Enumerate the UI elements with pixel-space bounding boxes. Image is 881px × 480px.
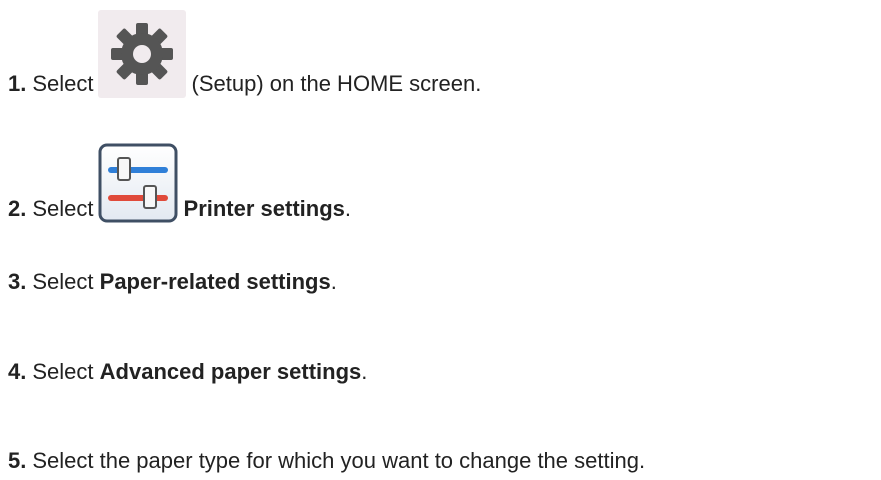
step-bold-text: Paper-related settings [99, 269, 331, 294]
step-4: 4. Select Advanced paper settings . [8, 358, 367, 386]
step-text-after: . [344, 196, 352, 221]
step-text: Select [32, 196, 94, 221]
step-bold-text: Printer settings [183, 196, 345, 221]
step-number: 3. [8, 269, 27, 294]
step-2: 2. Select Printer settings . [8, 143, 351, 223]
step-number: 2. [8, 196, 27, 221]
step-number: 1. [8, 71, 27, 96]
step-text: Select [32, 71, 94, 96]
gear-icon [97, 10, 186, 98]
step-number: 4. [8, 359, 27, 384]
step-text-after: . [361, 359, 368, 384]
step-text-after: . [330, 269, 337, 294]
step-1: 1. Select (Setup) on the HOME screen. [8, 10, 481, 98]
step-bold-text: Advanced paper settings [99, 359, 362, 384]
step-number: 5. [8, 448, 27, 473]
step-3: 3. Select Paper-related settings . [8, 268, 337, 296]
printer-settings-icon [98, 143, 178, 223]
step-text: Select [32, 269, 94, 294]
step-text: Select [32, 359, 94, 384]
step-text: Select the paper type for which you want… [32, 448, 646, 473]
step-text-after: (Setup) on the HOME screen. [191, 71, 482, 96]
step-5: 5. Select the paper type for which you w… [8, 447, 645, 475]
